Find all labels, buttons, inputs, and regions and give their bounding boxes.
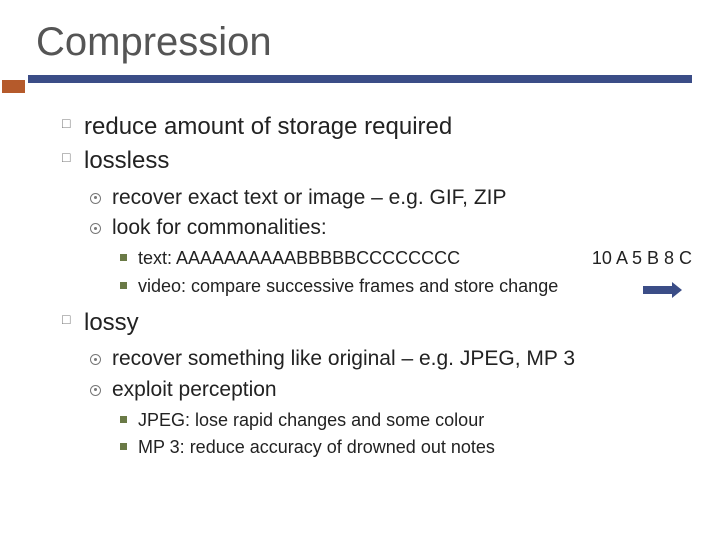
title-rule	[28, 75, 692, 83]
bullet-text-left: text: AAAAAAAAAABBBBBCCCCCCCC	[138, 246, 460, 271]
bullet-l3: JPEG: lose rapid changes and some colour	[112, 408, 692, 433]
bullet-l3: text: AAAAAAAAAABBBBBCCCCCCCC 10 A 5 B 8…	[112, 246, 692, 271]
bullet-text: JPEG: lose rapid changes and some colour	[138, 410, 484, 430]
bullet-sub-sublist: text: AAAAAAAAAABBBBBCCCCCCCC 10 A 5 B 8…	[112, 246, 692, 298]
bullet-l3: MP 3: reduce accuracy of drowned out not…	[112, 435, 692, 460]
bullet-text: lossless	[84, 147, 169, 174]
bullet-l2: recover something like original – e.g. J…	[84, 345, 692, 373]
slide: Compression reduce amount of storage req…	[0, 0, 720, 540]
slide-title: Compression	[36, 20, 692, 65]
bullet-l3: video: compare successive frames and sto…	[112, 274, 692, 299]
bullet-text: lossy	[84, 309, 139, 336]
bullet-text: recover something like original – e.g. J…	[112, 347, 575, 370]
bullet-text-right: 10 A 5 B 8 C	[562, 246, 692, 271]
bullet-text: video: compare successive frames and sto…	[138, 276, 558, 296]
bullet-text: reduce amount of storage required	[84, 113, 452, 140]
arrow-icon	[643, 277, 682, 302]
bullet-list: reduce amount of storage required lossle…	[62, 111, 692, 460]
bullet-sublist: recover exact text or image – e.g. GIF, …	[84, 184, 692, 299]
bullet-text: recover exact text or image – e.g. GIF, …	[112, 186, 507, 209]
bullet-l1: lossless recover exact text or image – e…	[62, 145, 692, 298]
bullet-l2: exploit perception JPEG: lose rapid chan…	[84, 376, 692, 461]
bullet-l2: look for commonalities: text: AAAAAAAAAA…	[84, 214, 692, 299]
bullet-text: look for commonalities:	[112, 216, 327, 239]
accent-tick	[2, 80, 25, 93]
bullet-text: MP 3: reduce accuracy of drowned out not…	[138, 437, 495, 457]
bullet-l2: recover exact text or image – e.g. GIF, …	[84, 184, 692, 212]
bullet-l1: lossy recover something like original – …	[62, 307, 692, 460]
bullet-sub-sublist: JPEG: lose rapid changes and some colour…	[112, 408, 692, 460]
bullet-l1: reduce amount of storage required	[62, 111, 692, 143]
bullet-sublist: recover something like original – e.g. J…	[84, 345, 692, 460]
slide-content: reduce amount of storage required lossle…	[28, 101, 692, 460]
bullet-text: exploit perception	[112, 378, 277, 401]
